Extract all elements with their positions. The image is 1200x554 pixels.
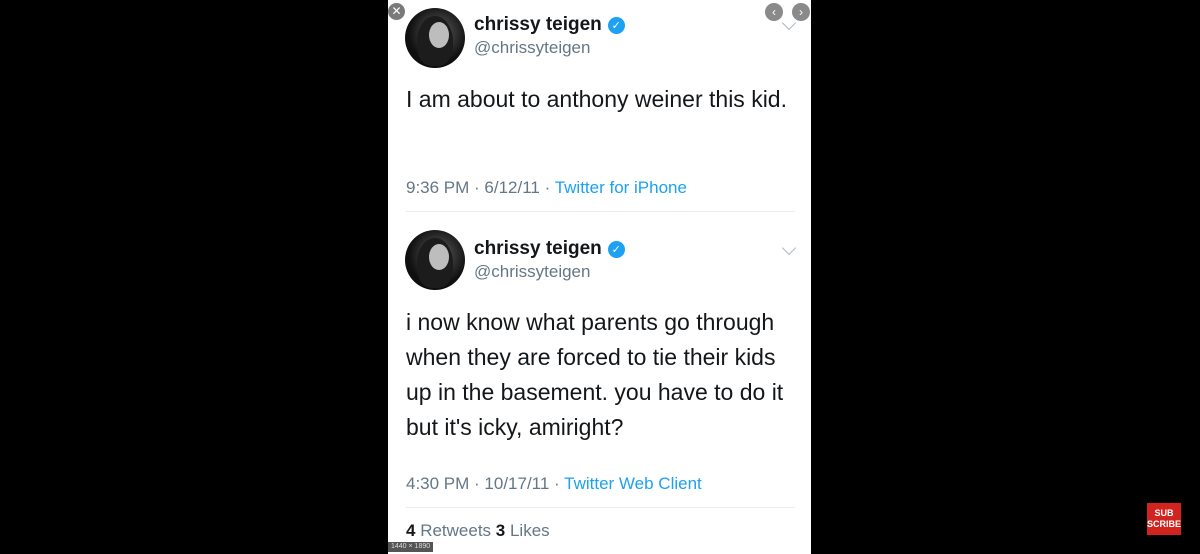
avatar[interactable] — [405, 8, 465, 68]
user-handle[interactable]: @chrissyteigen — [474, 262, 590, 282]
tweet-timestamp[interactable]: 4:30 PM · 10/17/11 · — [406, 474, 564, 493]
tweet-stats: 4 Retweets 3 Likes — [406, 521, 550, 541]
image-size-badge: 1440 × 1890 — [388, 542, 434, 552]
tweet-timestamp[interactable]: 9:36 PM · 6/12/11 · — [406, 178, 555, 197]
tweet-client[interactable]: Twitter Web Client — [564, 474, 702, 493]
avatar-face — [429, 244, 449, 270]
verified-icon: ✓ — [607, 16, 625, 34]
divider — [406, 211, 795, 212]
close-icon[interactable]: ✕ — [388, 3, 405, 20]
prev-icon[interactable]: ‹ — [765, 3, 783, 21]
tweet-meta: 4:30 PM · 10/17/11 · Twitter Web Client — [406, 474, 702, 494]
tweet-1: chrissy teigen ✓ @chrissyteigen I am abo… — [388, 0, 811, 212]
display-name[interactable]: chrissy teigen — [474, 238, 602, 260]
display-name[interactable]: chrissy teigen — [474, 14, 602, 36]
chevron-down-icon[interactable] — [781, 240, 797, 256]
tweet-meta: 9:36 PM · 6/12/11 · Twitter for iPhone — [406, 178, 687, 198]
retweet-label[interactable]: Retweets — [415, 521, 495, 540]
divider — [406, 507, 795, 508]
avatar-face — [429, 22, 449, 48]
like-count[interactable]: 3 — [496, 521, 505, 540]
user-handle[interactable]: @chrissyteigen — [474, 38, 590, 58]
next-icon[interactable]: › — [792, 3, 810, 21]
subscribe-button[interactable]: SUB SCRIBE — [1147, 503, 1181, 535]
tweet-client[interactable]: Twitter for iPhone — [555, 178, 687, 197]
screenshot-panel: chrissy teigen ✓ @chrissyteigen I am abo… — [388, 0, 811, 554]
tweet-text: I am about to anthony weiner this kid. — [406, 86, 787, 112]
like-label[interactable]: Likes — [505, 521, 550, 540]
name-row: chrissy teigen ✓ — [474, 14, 625, 36]
name-row: chrissy teigen ✓ — [474, 238, 625, 260]
verified-icon: ✓ — [607, 240, 625, 258]
tweet-2: chrissy teigen ✓ @chrissyteigen i now kn… — [388, 213, 811, 554]
avatar[interactable] — [405, 230, 465, 290]
tweet-text: i now know what parents go through when … — [406, 309, 784, 440]
